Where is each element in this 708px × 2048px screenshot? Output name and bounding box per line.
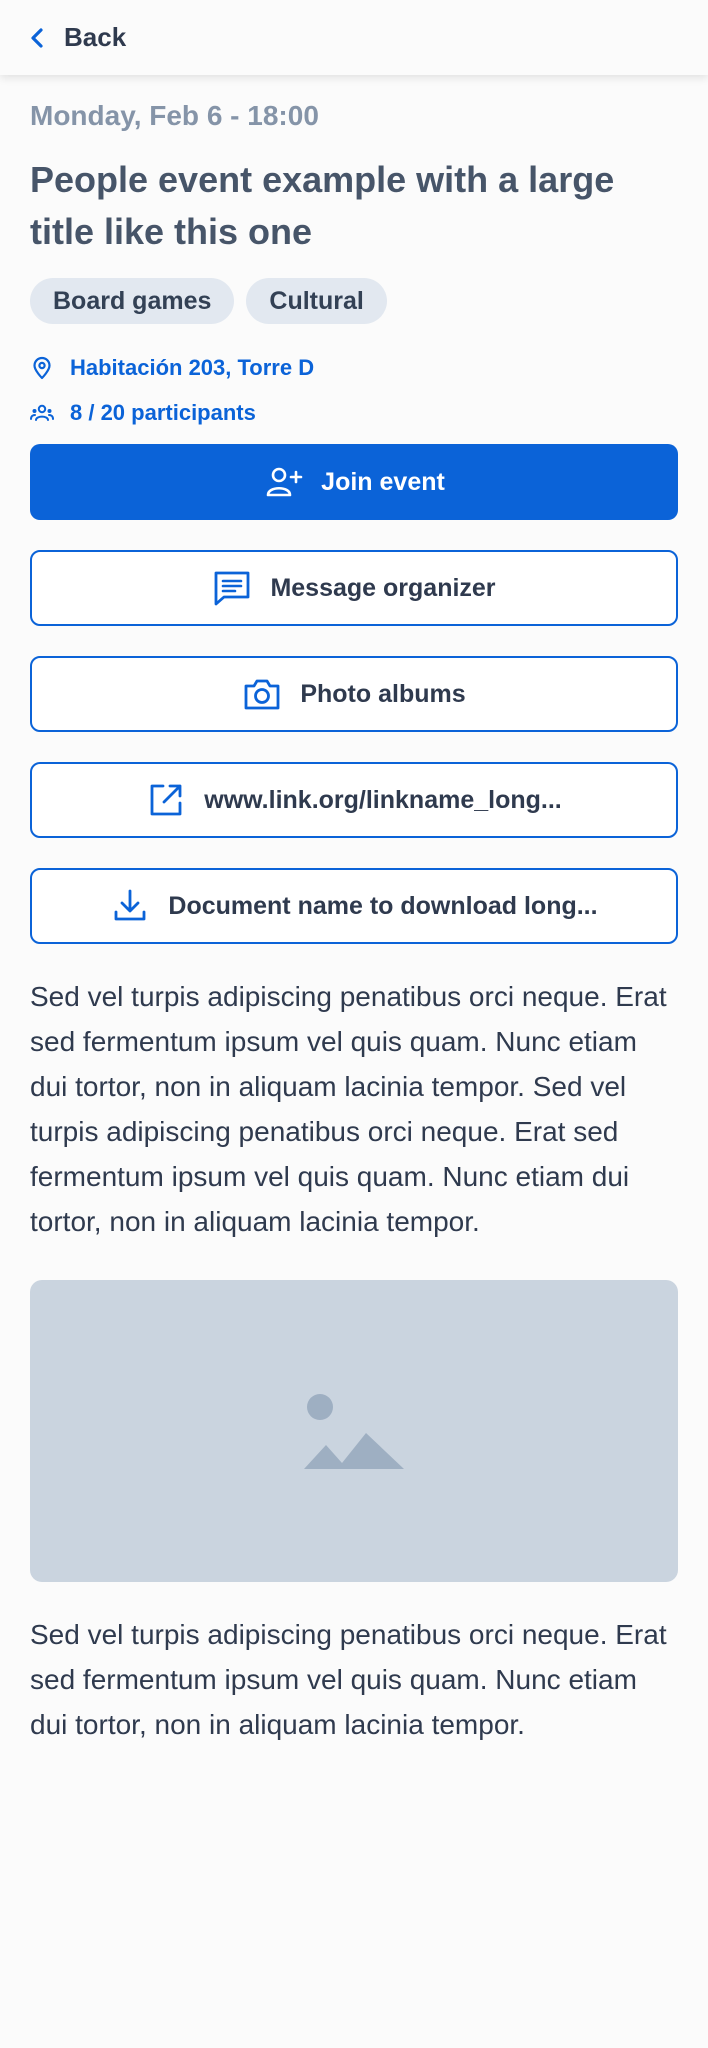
top-bar: Back <box>0 0 708 75</box>
message-icon <box>215 571 250 606</box>
event-title: People event example with a large title … <box>30 159 615 252</box>
event-date: Monday, Feb 6 - 18:00 <box>30 100 319 131</box>
external-link-icon <box>150 784 182 816</box>
event-image <box>30 1280 678 1582</box>
external-link-button[interactable]: www.link.org/linkname_long... <box>30 762 678 838</box>
location-text: Habitación 203, Torre D <box>70 355 315 380</box>
chevron-left-icon <box>31 27 43 48</box>
event-location: Habitación 203, Torre D <box>30 354 678 382</box>
users-icon <box>30 404 54 421</box>
participants-text: 8 / 20 participants <box>70 400 256 425</box>
tag-chip: Board games <box>30 278 235 324</box>
image-placeholder-icon <box>304 1394 404 1469</box>
message-organizer-button[interactable]: Message organizer <box>30 550 678 626</box>
download-document-button[interactable]: Document name to download long... <box>30 868 678 944</box>
event-description-secondary: Sed vel turpis adipiscing penatibus orci… <box>30 1619 667 1740</box>
tag-list: Board games Cultural <box>30 278 678 324</box>
photo-albums-button[interactable]: Photo albums <box>30 656 678 732</box>
tag-chip: Cultural <box>246 278 387 324</box>
event-info: Habitación 203, Torre D 8 / 20 participa… <box>30 354 678 427</box>
download-document-label: Document name to download long... <box>168 891 598 920</box>
external-link-label: www.link.org/linkname_long... <box>204 785 562 814</box>
download-icon <box>115 889 146 921</box>
back-button[interactable]: Back <box>28 22 126 53</box>
message-organizer-label: Message organizer <box>270 573 496 602</box>
event-participants: 8 / 20 participants <box>30 399 678 427</box>
back-label: Back <box>64 22 127 52</box>
photo-albums-label: Photo albums <box>300 679 466 708</box>
map-pin-icon <box>33 356 51 380</box>
join-event-button[interactable]: Join event <box>30 444 678 520</box>
user-plus-icon <box>266 467 303 497</box>
camera-icon <box>244 679 280 710</box>
join-event-label: Join event <box>321 467 445 496</box>
event-detail: Monday, Feb 6 - 18:00 People event examp… <box>30 100 678 1747</box>
event-description: Sed vel turpis adipiscing penatibus orci… <box>30 981 667 1237</box>
